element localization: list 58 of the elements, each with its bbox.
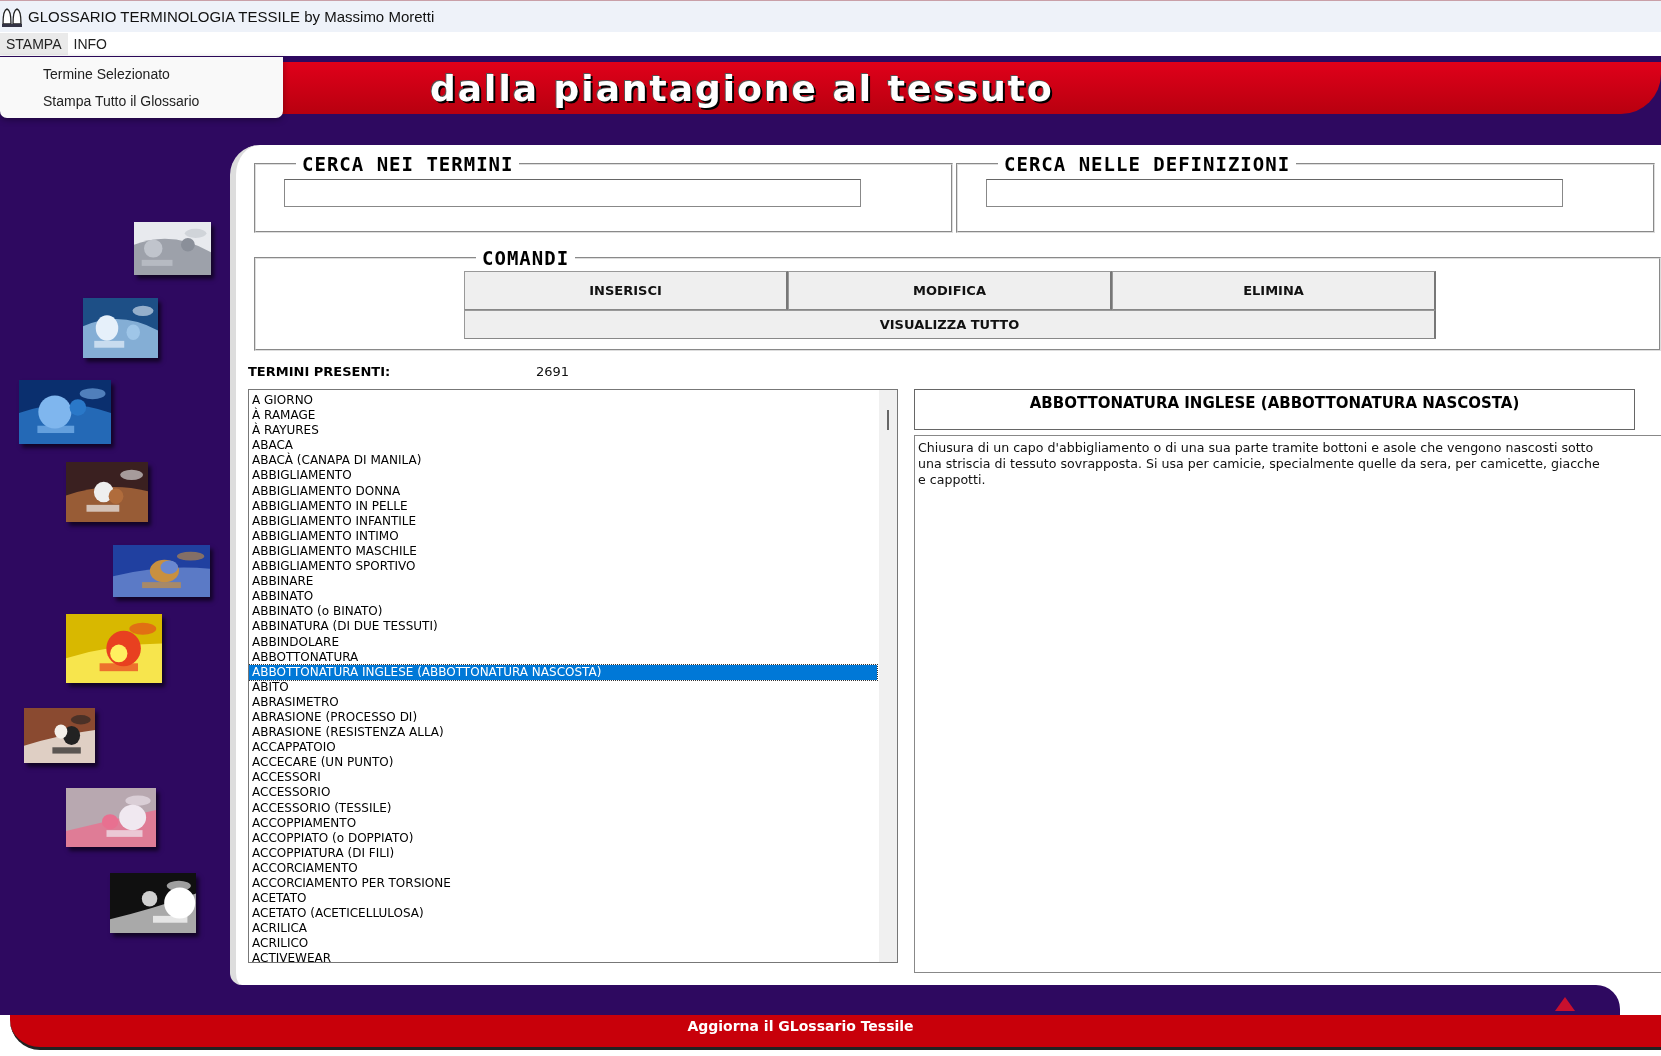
list-item[interactable]: ABBIGLIAMENTO SPORTIVO <box>249 559 877 575</box>
list-item[interactable]: ACRILICO <box>249 936 877 952</box>
search-field[interactable] <box>284 179 861 207</box>
scrollbar[interactable] <box>879 390 897 962</box>
list-item[interactable]: ABRASIMETRO <box>249 694 877 710</box>
list-item[interactable]: ACCESSORIO <box>249 785 877 801</box>
list-item[interactable]: ABBINATO <box>249 589 877 605</box>
list-item[interactable]: ABBINARE <box>249 574 877 590</box>
list-item[interactable]: ACETATO (ACETICELLULOSA) <box>249 906 877 922</box>
command-button[interactable]: MODIFICA <box>788 271 1112 310</box>
command-button[interactable]: ELIMINA <box>1112 271 1436 310</box>
list-item[interactable]: ABITO <box>249 679 877 695</box>
list-item[interactable]: ABBOTTONATURA <box>249 649 877 665</box>
definition-text: Chiusura di un capo d'abbigliamento o di una sua parte tramite bottoni e asole che vengono nascosti sotto una striscia di tessuto sovrapposta. Si usa per camicie, specialmente quelle da sera, per camicette, giacche e cappotti. <box>918 440 1601 488</box>
list-item[interactable]: ABRASIONE (RESISTENZA ALLA) <box>249 725 877 741</box>
list-item[interactable]: ACCORCIAMENTO <box>249 860 877 876</box>
list-item[interactable]: ABBIGLIAMENTO DONNA <box>249 483 877 499</box>
term-title: ABBOTTONATURA INGLESE (ABBOTTONATURA NASCOSTA) <box>1029 394 1520 412</box>
list-item[interactable]: ABBIGLIAMENTO IN PELLE <box>249 498 877 514</box>
menu-option[interactable]: Termine Selezionato <box>0 62 283 89</box>
command-button[interactable]: INSERISCI <box>464 271 788 310</box>
list-item[interactable]: ACCOPPIATO (o DOPPIATO) <box>249 830 877 846</box>
list-item[interactable]: ABBOTTONATURA INGLESE (ABBOTTONATURA NASCOSTA) <box>249 664 877 680</box>
list-item[interactable]: ACCESSORIO (TESSILE) <box>249 800 877 816</box>
list-item[interactable]: ACCORCIAMENTO PER TORSIONE <box>249 876 877 892</box>
list-item[interactable]: ABBINATO (o BINATO) <box>249 604 877 620</box>
group-title: CERCA NELLE DEFINIZIONI <box>1003 153 1292 175</box>
list-item[interactable]: ACCAPPATOIO <box>249 740 877 756</box>
list-item[interactable]: ABBIGLIAMENTO INTIMO <box>249 528 877 544</box>
triangle-icon[interactable] <box>1555 997 1575 1011</box>
list-item[interactable]: ABBIGLIAMENTO INFANTILE <box>249 513 877 529</box>
menu-option[interactable]: Stampa Tutto il Glossario <box>0 89 283 116</box>
show-all-button[interactable]: VISUALIZZA TUTTO <box>464 310 1436 339</box>
list-item[interactable]: ABACÀ (CANAPA DI MANILA) <box>249 453 877 469</box>
list-item[interactable]: ACCECARE (UN PUNTO) <box>249 755 877 771</box>
list-item[interactable]: À RAYURES <box>249 423 877 439</box>
update-link[interactable]: Aggiorna il GLossario Tessile <box>687 1015 914 1047</box>
list-item[interactable]: ABBIGLIAMENTO <box>249 468 877 484</box>
list-item[interactable]: ABBINATURA (DI DUE TESSUTI) <box>249 619 877 635</box>
list-item[interactable]: ACCOPPIATURA (DI FILI) <box>249 845 877 861</box>
menu-item[interactable]: INFO <box>67 33 113 55</box>
list-item[interactable]: ACCESSORI <box>249 770 877 786</box>
menu-item[interactable]: STAMPA <box>0 33 68 55</box>
list-item[interactable]: ABBINDOLARE <box>249 634 877 650</box>
list-item[interactable]: ABRASIONE (PROCESSO DI) <box>249 709 877 726</box>
list-item[interactable]: ACETATO <box>249 891 877 907</box>
count-value: 2691 <box>536 363 570 379</box>
list-item[interactable]: ACCOPPIAMENTO <box>249 815 877 831</box>
tagline: dalla piantagione al tessuto <box>430 67 1054 109</box>
list-item[interactable]: ABBIGLIAMENTO MASCHILE <box>249 543 877 560</box>
list-item[interactable]: ACTIVEWEAR <box>249 951 877 962</box>
window-title: GLOSSARIO TERMINOLOGIA TESSILE by Massimo Moretti <box>28 8 435 25</box>
group-title: CERCA NEI TERMINI <box>301 153 515 175</box>
search-field[interactable] <box>986 179 1563 207</box>
list-item[interactable]: ACRILICA <box>249 921 877 937</box>
scroll-thumb[interactable] <box>887 410 889 430</box>
group-title: COMANDI <box>481 247 571 269</box>
count-label: TERMINI PRESENTI: <box>248 363 392 379</box>
